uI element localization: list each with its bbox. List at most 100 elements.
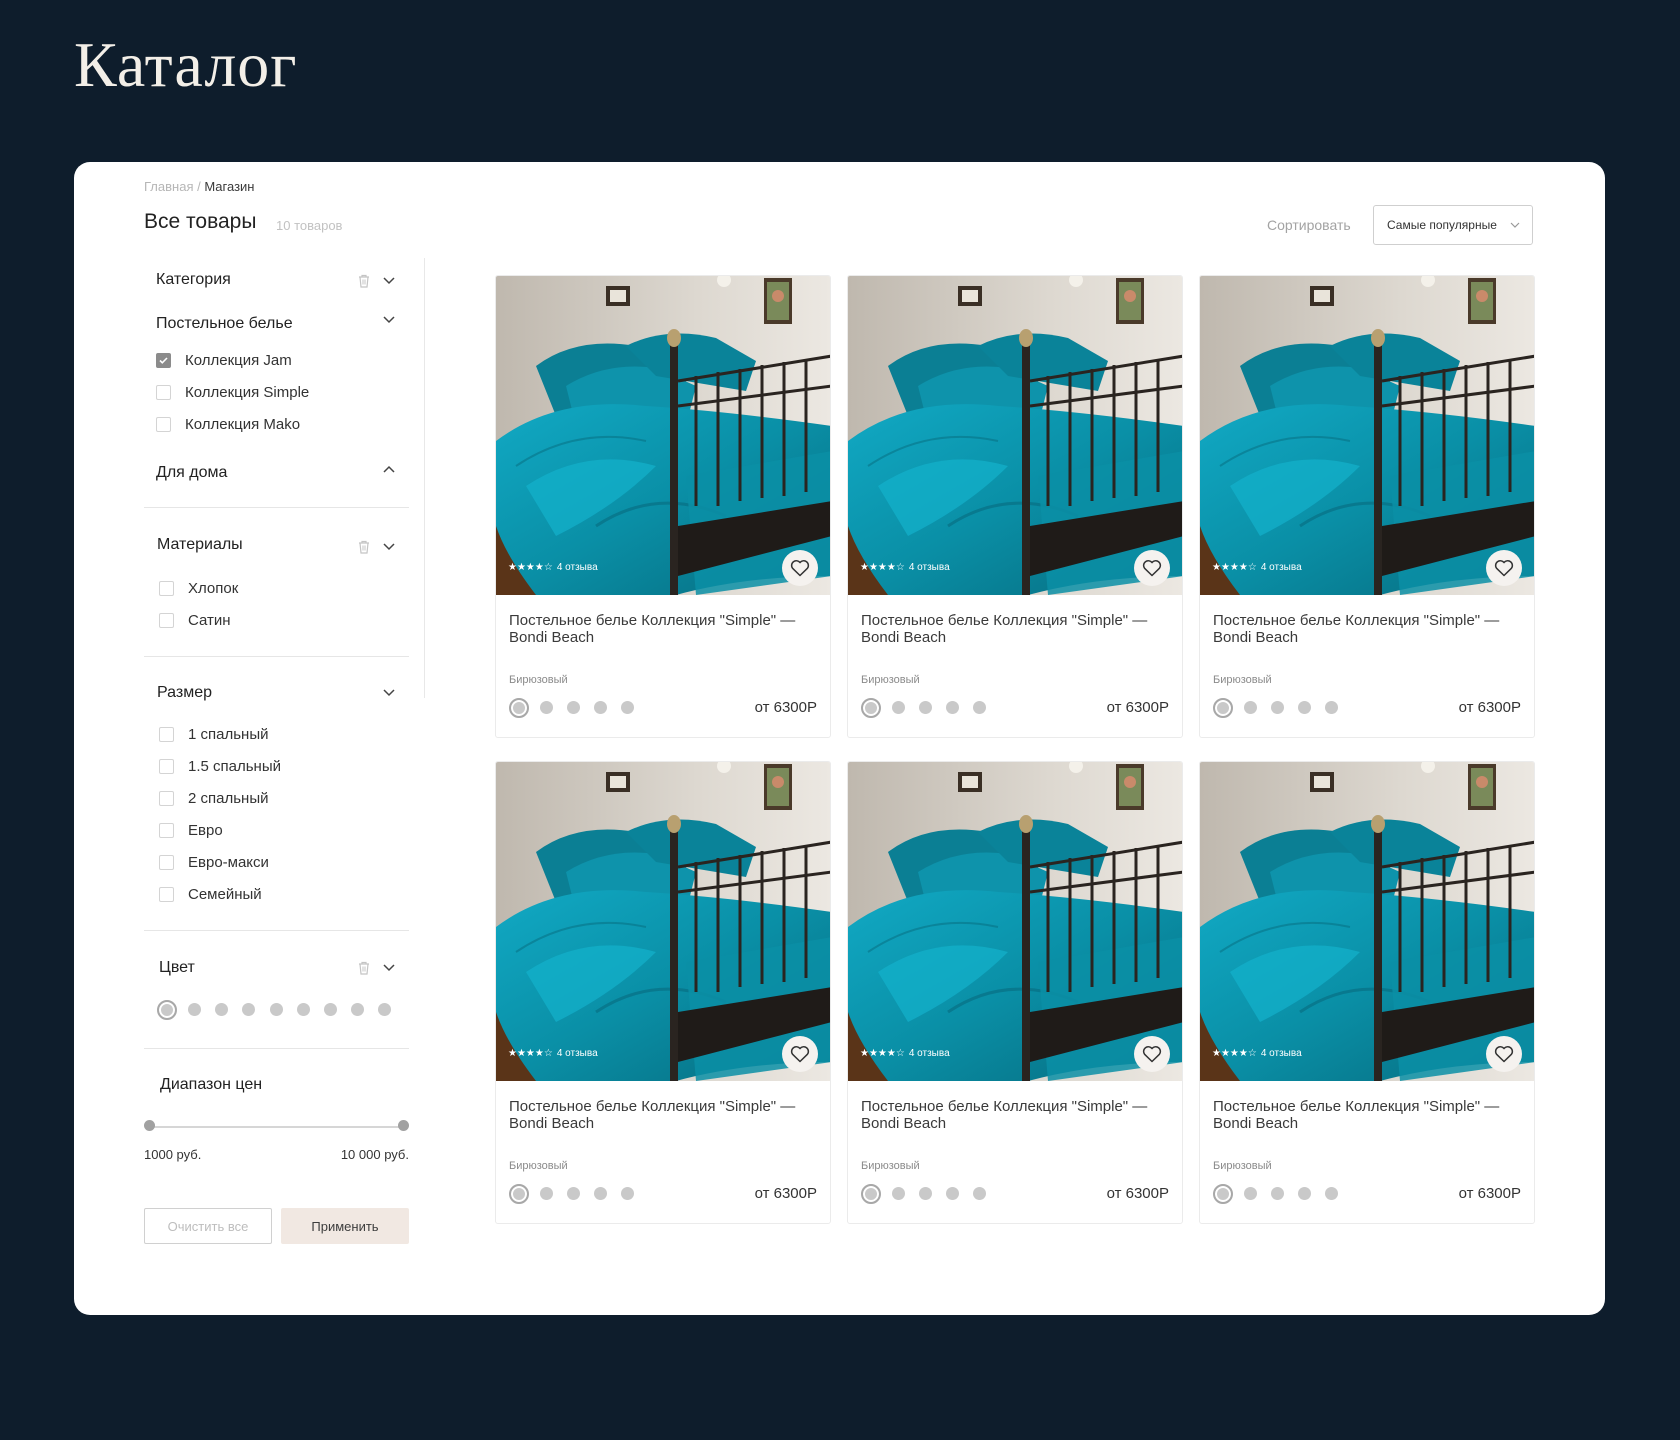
product-color-swatch[interactable]: [1213, 1184, 1233, 1204]
product-color-swatch[interactable]: [594, 1187, 607, 1200]
filter-checkbox-row[interactable]: Сатин: [159, 612, 231, 629]
color-swatch[interactable]: [188, 1003, 201, 1016]
checkbox[interactable]: [159, 613, 174, 628]
chevron-down-icon[interactable]: [381, 538, 397, 554]
color-swatch[interactable]: [215, 1003, 229, 1016]
checkbox[interactable]: [156, 417, 171, 432]
product-card[interactable]: ★★★★☆ 4 отзыва Постельное белье Коллекция …: [495, 275, 831, 738]
product-name[interactable]: Постельное белье Коллекция "Simple" — Bo…: [509, 612, 821, 646]
product-color-swatch[interactable]: [567, 701, 580, 714]
product-card[interactable]: ★★★★☆ 4 отзыва Постельное белье Коллекция …: [1199, 761, 1535, 1224]
chevron-down-icon[interactable]: [381, 959, 397, 975]
product-color-swatch[interactable]: [919, 1187, 932, 1200]
chevron-down-icon[interactable]: [381, 272, 397, 288]
product-card[interactable]: ★★★★☆ 4 отзыва Постельное белье Коллекция …: [847, 761, 1183, 1224]
product-card[interactable]: ★★★★☆ 4 отзыва Постельное белье Коллекция …: [495, 761, 831, 1224]
trash-icon[interactable]: [357, 539, 371, 555]
trash-icon[interactable]: [357, 273, 371, 289]
product-color-swatch[interactable]: [973, 701, 986, 714]
color-swatch[interactable]: [324, 1003, 337, 1016]
filter-checkbox-row[interactable]: Коллекция Mako: [156, 416, 300, 433]
product-name[interactable]: Постельное белье Коллекция "Simple" — Bo…: [1213, 1098, 1525, 1132]
product-color-swatch[interactable]: [892, 701, 905, 714]
product-color-swatch[interactable]: [1213, 698, 1233, 718]
chevron-up-icon[interactable]: [381, 462, 397, 478]
checkbox[interactable]: [159, 823, 174, 838]
trash-icon[interactable]: [357, 960, 371, 976]
checkbox[interactable]: [159, 887, 174, 902]
product-color-swatch[interactable]: [567, 1187, 580, 1200]
favorite-heart-icon[interactable]: [1486, 550, 1522, 586]
price-range-track[interactable]: [149, 1126, 404, 1128]
product-color-swatch[interactable]: [509, 1184, 529, 1204]
sort-dropdown[interactable]: Самые популярные: [1373, 205, 1533, 245]
product-color-swatch[interactable]: [621, 701, 634, 714]
product-color-swatch[interactable]: [1325, 1187, 1338, 1200]
checkbox[interactable]: [156, 385, 171, 400]
filter-checkbox-row[interactable]: 2 спальный: [159, 790, 269, 807]
price-range-max-handle[interactable]: [398, 1120, 409, 1131]
filter-checkbox-row[interactable]: Евро-макси: [159, 854, 269, 871]
product-card[interactable]: ★★★★☆ 4 отзыва Постельное белье Коллекция …: [1199, 275, 1535, 738]
product-image[interactable]: [848, 762, 1182, 1081]
product-color-swatch[interactable]: [540, 701, 553, 714]
product-color-swatch[interactable]: [946, 1187, 959, 1200]
checkbox[interactable]: [159, 581, 174, 596]
product-color-swatch[interactable]: [1244, 1187, 1257, 1200]
product-color-swatch[interactable]: [1271, 701, 1284, 714]
product-color-swatch[interactable]: [540, 1187, 553, 1200]
product-color-swatch[interactable]: [621, 1187, 634, 1200]
price-range-min-handle[interactable]: [144, 1120, 155, 1131]
product-color-swatch[interactable]: [1244, 701, 1257, 714]
filter-checkbox-row[interactable]: Евро: [159, 822, 223, 839]
filter-checkbox-row[interactable]: Семейный: [159, 886, 262, 903]
product-name[interactable]: Постельное белье Коллекция "Simple" — Bo…: [1213, 612, 1525, 646]
chevron-down-icon[interactable]: [381, 684, 397, 700]
favorite-heart-icon[interactable]: [782, 550, 818, 586]
checkbox[interactable]: [159, 855, 174, 870]
product-card[interactable]: ★★★★☆ 4 отзыва Постельное белье Коллекция …: [847, 275, 1183, 738]
color-swatch[interactable]: [296, 1003, 310, 1016]
favorite-heart-icon[interactable]: [1134, 1036, 1170, 1072]
product-color-swatch[interactable]: [973, 1187, 986, 1200]
product-image[interactable]: [1200, 762, 1534, 1081]
product-color-swatch[interactable]: [919, 701, 932, 714]
product-color-swatch[interactable]: [509, 698, 529, 718]
filter-checkbox-row[interactable]: Коллекция Simple: [156, 384, 309, 401]
checkbox[interactable]: [159, 791, 174, 806]
product-name[interactable]: Постельное белье Коллекция "Simple" — Bo…: [861, 1098, 1173, 1132]
product-color-swatch[interactable]: [1325, 701, 1338, 714]
filter-checkbox-row[interactable]: Хлопок: [159, 580, 238, 597]
favorite-heart-icon[interactable]: [782, 1036, 818, 1072]
product-color-swatch[interactable]: [594, 701, 607, 714]
checkbox[interactable]: [159, 759, 174, 774]
product-name[interactable]: Постельное белье Коллекция "Simple" — Bo…: [861, 612, 1173, 646]
product-color-swatch[interactable]: [1271, 1187, 1284, 1200]
product-color-swatch[interactable]: [861, 698, 881, 718]
product-image[interactable]: [848, 276, 1182, 595]
product-color-swatch[interactable]: [946, 701, 959, 714]
favorite-heart-icon[interactable]: [1486, 1036, 1522, 1072]
color-swatch[interactable]: [242, 1003, 256, 1016]
breadcrumb-home-link[interactable]: Главная: [144, 179, 193, 194]
color-swatch[interactable]: [157, 1000, 177, 1020]
checkbox[interactable]: [159, 727, 174, 742]
filter-checkbox-row[interactable]: 1.5 спальный: [159, 758, 281, 775]
product-image[interactable]: [496, 276, 830, 595]
checkbox-checked[interactable]: [156, 353, 171, 368]
product-image[interactable]: [496, 762, 830, 1081]
filter-checkbox-row[interactable]: 1 спальный: [159, 726, 269, 743]
apply-button[interactable]: Применить: [281, 1208, 409, 1244]
product-name[interactable]: Постельное белье Коллекция "Simple" — Bo…: [509, 1098, 821, 1132]
product-color-swatch[interactable]: [861, 1184, 881, 1204]
color-swatch[interactable]: [378, 1003, 392, 1016]
favorite-heart-icon[interactable]: [1134, 550, 1170, 586]
color-swatch[interactable]: [269, 1003, 283, 1016]
color-swatch[interactable]: [351, 1003, 365, 1016]
product-color-swatch[interactable]: [1298, 1187, 1311, 1200]
product-color-swatch[interactable]: [892, 1187, 905, 1200]
filter-checkbox-row[interactable]: Коллекция Jam: [156, 352, 292, 369]
clear-all-button[interactable]: Очистить все: [144, 1208, 272, 1244]
chevron-down-icon[interactable]: [381, 311, 397, 327]
product-color-swatch[interactable]: [1298, 701, 1311, 714]
